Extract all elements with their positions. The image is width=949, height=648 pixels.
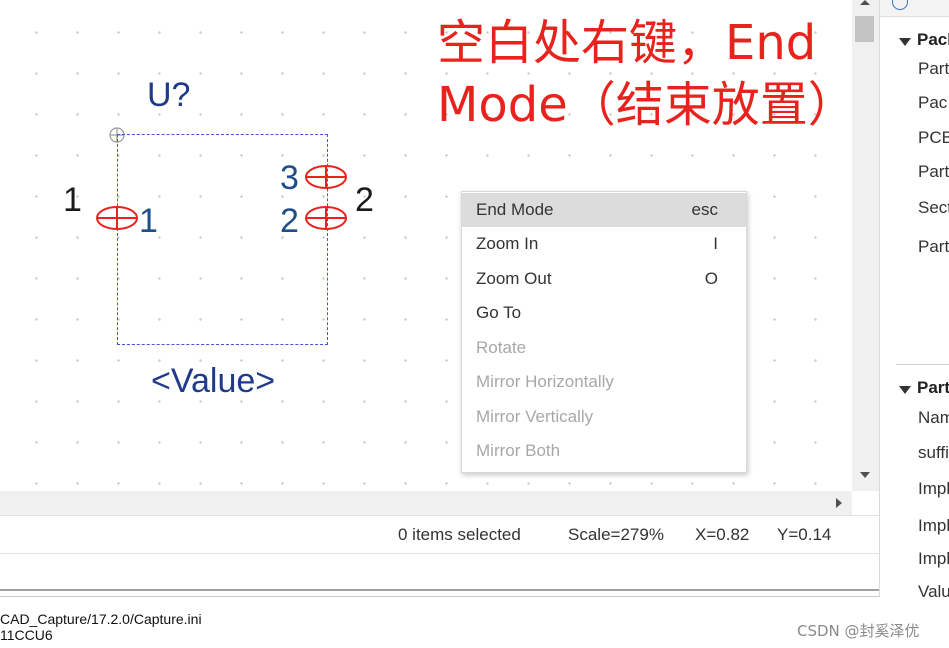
menu-item-label: Mirror Horizontally	[476, 372, 614, 391]
menu-item-shortcut: O	[704, 269, 718, 288]
selection-count: 0 items selected	[398, 525, 521, 544]
scroll-up-arrow-icon[interactable]	[860, 0, 870, 5]
pin-number-2: 2	[355, 181, 374, 219]
pin-name-1: 1	[139, 202, 158, 240]
status-bar: 0 items selected Scale=279% X=0.82 Y=0.1…	[0, 515, 879, 554]
context-menu: End Mode esc Zoom In I Zoom Out O Go To …	[461, 191, 747, 473]
scroll-right-arrow-icon[interactable]	[836, 498, 842, 508]
vertical-scroll-thumb[interactable]	[855, 16, 874, 42]
property-label: Nam	[918, 408, 949, 427]
pin-name-2: 2	[280, 202, 299, 240]
property-label: Valu	[918, 582, 949, 597]
menu-item-shortcut: esc	[691, 200, 718, 219]
property-panel: Pacl Part Pac PCB Part Sect Part Part Na…	[879, 0, 949, 597]
divider[interactable]	[0, 589, 949, 591]
cursor-y-coordinate: Y=0.14	[777, 525, 832, 544]
menu-item-rotate: Rotate	[462, 331, 746, 365]
pin-1-marker[interactable]	[95, 205, 139, 231]
annotation-text: 空白处右键，End Mode（结束放置）	[437, 12, 856, 136]
zoom-scale: Scale=279%	[568, 525, 664, 544]
part-section-header[interactable]: Part	[917, 378, 949, 398]
menu-item-mirror-horizontally: Mirror Horizontally	[462, 365, 746, 399]
menu-item-mirror-both: Mirror Both	[462, 434, 746, 468]
property-label: Part	[918, 237, 949, 256]
package-section-header[interactable]: Pacl	[917, 30, 949, 50]
property-label: Impl	[918, 479, 949, 498]
menu-item-shortcut: I	[713, 234, 718, 253]
pin-3-marker[interactable]	[304, 164, 348, 190]
menu-item-label: End Mode	[476, 200, 554, 219]
watermark: CSDN @封奚泽优	[797, 622, 920, 640]
menu-item-label: Go To	[476, 303, 522, 322]
property-label: Impl	[918, 549, 949, 568]
property-label: Sect	[918, 198, 949, 217]
part-value-label[interactable]: <Value>	[151, 362, 275, 401]
session-log-line: 11CCU6	[0, 627, 53, 643]
property-label: Part	[918, 59, 949, 78]
menu-item-go-to[interactable]: Go To	[462, 296, 746, 330]
property-label: Part	[918, 162, 949, 181]
scroll-down-arrow-icon[interactable]	[860, 472, 870, 478]
collapse-triangle-icon[interactable]	[899, 38, 911, 46]
horizontal-scrollbar[interactable]	[0, 491, 852, 515]
menu-item-zoom-out[interactable]: Zoom Out O	[462, 262, 746, 296]
menu-item-end-mode[interactable]: End Mode esc	[462, 193, 746, 227]
schematic-canvas[interactable]: U? 1 1 3 2 2 <Value> 空白处右键，End Mode（结束放置…	[0, 0, 856, 491]
part-reference-label[interactable]: U?	[147, 76, 190, 115]
collapse-triangle-icon[interactable]	[899, 386, 911, 394]
pin-number-1: 1	[63, 181, 82, 219]
menu-item-label: Zoom In	[476, 234, 539, 253]
property-label: Impl	[918, 516, 949, 535]
menu-item-zoom-in[interactable]: Zoom In I	[462, 227, 746, 261]
menu-item-label: Mirror Both	[476, 441, 561, 460]
menu-item-label: Zoom Out	[476, 269, 552, 288]
property-label: PCB	[918, 128, 949, 147]
pin-name-3: 3	[280, 159, 299, 197]
annotation-line-1: 空白处右键，End	[437, 15, 817, 71]
vertical-scrollbar[interactable]	[852, 0, 879, 491]
info-icon[interactable]	[892, 0, 908, 10]
divider	[896, 364, 949, 365]
panel-toolbar	[880, 0, 949, 17]
divider	[0, 553, 879, 554]
pin-2-marker[interactable]	[304, 205, 348, 231]
session-log-line: CAD_Capture/17.2.0/Capture.ini	[0, 611, 202, 627]
menu-item-mirror-vertically: Mirror Vertically	[462, 400, 746, 434]
property-label: suffi	[918, 443, 949, 462]
annotation-line-2: Mode（结束放置）	[437, 77, 856, 133]
menu-item-label: Mirror Vertically	[476, 407, 594, 426]
cursor-x-coordinate: X=0.82	[695, 525, 750, 544]
menu-item-label: Rotate	[476, 338, 527, 357]
property-label: Pac	[918, 93, 948, 112]
